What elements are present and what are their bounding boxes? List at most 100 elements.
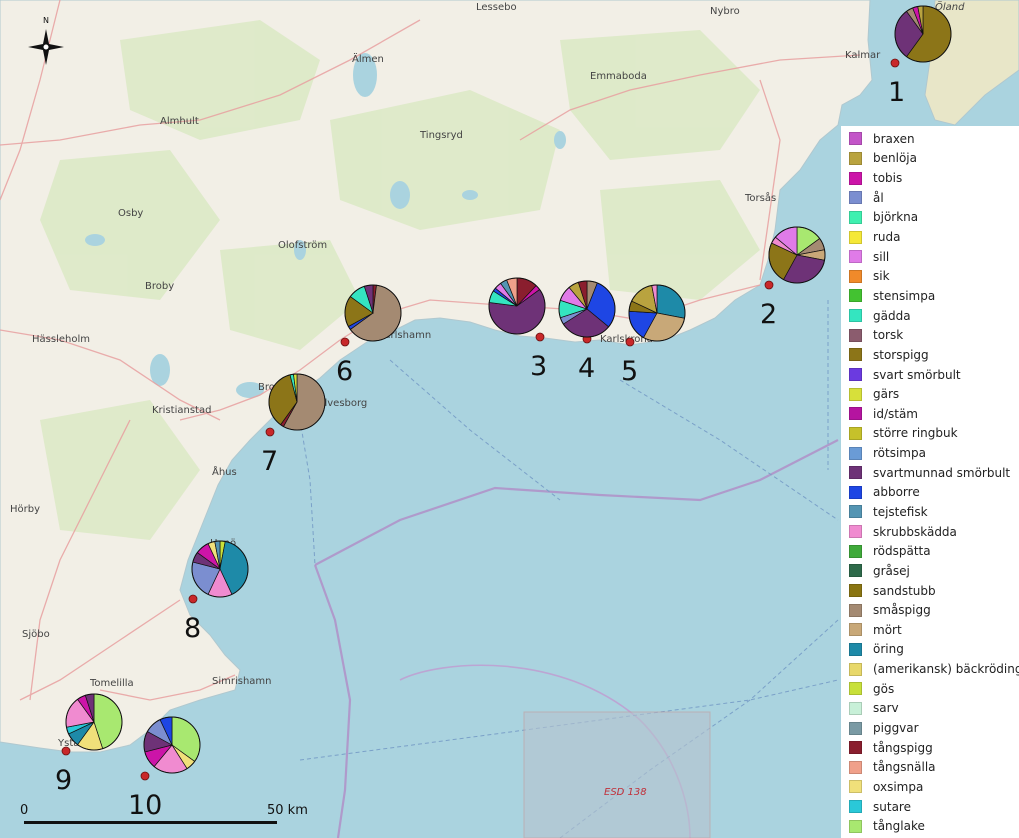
legend-item: rödspätta — [841, 541, 1019, 561]
legend-item: rötsimpa — [841, 443, 1019, 463]
legend-item: öring — [841, 640, 1019, 660]
legend-swatch — [849, 682, 862, 696]
legend-swatch — [849, 603, 862, 617]
north-label: N — [43, 16, 49, 25]
legend-label: sarv — [873, 701, 899, 716]
place-label: Tingsryd — [419, 130, 463, 141]
legend-label: svart smörbult — [873, 367, 961, 382]
legend-label: benlöja — [873, 151, 917, 166]
station-marker[interactable] — [764, 280, 774, 290]
legend-item: tobis — [841, 168, 1019, 188]
scale-start-label: 0 — [20, 803, 28, 818]
legend-swatch — [849, 171, 862, 185]
legend-swatch — [849, 230, 862, 244]
legend-swatch — [849, 191, 862, 205]
station-number: 8 — [184, 613, 201, 644]
legend-item: småspigg — [841, 600, 1019, 620]
legend-item: sik — [841, 266, 1019, 286]
esd-zone-label: ESD 138 — [604, 787, 647, 798]
legend-label: större ringbuk — [873, 426, 958, 441]
legend-swatch — [849, 466, 862, 480]
legend-label: ål — [873, 190, 884, 205]
legend-swatch — [849, 760, 862, 774]
legend-item: braxen — [841, 129, 1019, 149]
legend-label: sik — [873, 269, 890, 284]
legend-swatch — [849, 544, 862, 558]
legend-swatch — [849, 505, 862, 519]
legend-label: tobis — [873, 171, 903, 186]
legend-swatch — [849, 564, 862, 578]
legend-label: ruda — [873, 230, 901, 245]
legend-swatch — [849, 741, 862, 755]
station-marker[interactable] — [140, 771, 150, 781]
legend-label: tångspigg — [873, 740, 933, 755]
place-label: Simrishamn — [212, 676, 272, 687]
station-number: 7 — [261, 446, 278, 477]
legend-label: tejstefisk — [873, 504, 928, 519]
legend-swatch — [849, 210, 862, 224]
legend-label: abborre — [873, 485, 920, 500]
place-label: Osby — [118, 208, 143, 219]
legend-item: abborre — [841, 483, 1019, 503]
legend-label: gråsej — [873, 563, 910, 578]
legend-item: oxsimpa — [841, 777, 1019, 797]
legend-label: rödspätta — [873, 544, 931, 559]
place-label: Kalmar — [845, 50, 881, 61]
station-number: 9 — [55, 765, 72, 796]
station-number: 3 — [530, 351, 547, 382]
legend-swatch — [849, 584, 862, 598]
legend-swatch — [849, 387, 862, 401]
place-label: Torsås — [744, 191, 776, 204]
legend-item: stensimpa — [841, 286, 1019, 306]
station-marker[interactable] — [625, 337, 635, 347]
legend-label: (amerikansk) bäckröding — [873, 662, 1019, 677]
legend-swatch — [849, 525, 862, 539]
legend-item: gös — [841, 679, 1019, 699]
legend-label: svartmunnad smörbult — [873, 465, 1011, 480]
legend-swatch — [849, 151, 862, 165]
place-label: Lessebo — [476, 2, 517, 13]
legend-item: ål — [841, 188, 1019, 208]
station-marker[interactable] — [61, 746, 71, 756]
legend-swatch — [849, 721, 862, 735]
station-marker[interactable] — [188, 594, 198, 604]
legend-swatch — [849, 309, 862, 323]
legend-label: skrubbskädda — [873, 524, 957, 539]
place-label: Olofström — [278, 240, 327, 251]
legend-swatch — [849, 426, 862, 440]
legend-item: id/stäm — [841, 404, 1019, 424]
legend-item: sill — [841, 247, 1019, 267]
legend-label: sutare — [873, 799, 911, 814]
station-marker[interactable] — [535, 332, 545, 342]
place-label: Broby — [145, 281, 174, 292]
place-label: Sjöbo — [22, 629, 50, 640]
legend-label: öring — [873, 642, 904, 657]
place-label: Åhus — [212, 465, 237, 478]
place-label: Almhult — [160, 116, 199, 127]
legend-label: björkna — [873, 210, 919, 225]
station-marker[interactable] — [265, 427, 275, 437]
place-label: Älmen — [352, 52, 384, 65]
legend-item: björkna — [841, 208, 1019, 228]
place-label: Emmaboda — [590, 71, 647, 82]
legend-item: piggvar — [841, 718, 1019, 738]
legend-label: torsk — [873, 328, 904, 343]
legend-swatch — [849, 289, 862, 303]
species-legend: braxen benlöja tobis ål björkna ruda sill sik st… — [841, 126, 1019, 838]
legend-item: sarv — [841, 699, 1019, 719]
legend-swatch — [849, 623, 862, 637]
station-number: 2 — [760, 299, 777, 330]
legend-item: skrubbskädda — [841, 522, 1019, 542]
legend-label: gös — [873, 681, 895, 696]
legend-label: id/stäm — [873, 406, 918, 421]
legend-item: tånglake — [841, 816, 1019, 836]
legend-swatch — [849, 642, 862, 656]
legend-item: tejstefisk — [841, 502, 1019, 522]
station-marker[interactable] — [340, 337, 350, 347]
legend-swatch — [849, 132, 862, 146]
legend-swatch — [849, 250, 862, 264]
legend-item: ruda — [841, 227, 1019, 247]
legend-swatch — [849, 446, 862, 460]
station-marker[interactable] — [890, 58, 900, 68]
legend-label: rötsimpa — [873, 446, 926, 461]
